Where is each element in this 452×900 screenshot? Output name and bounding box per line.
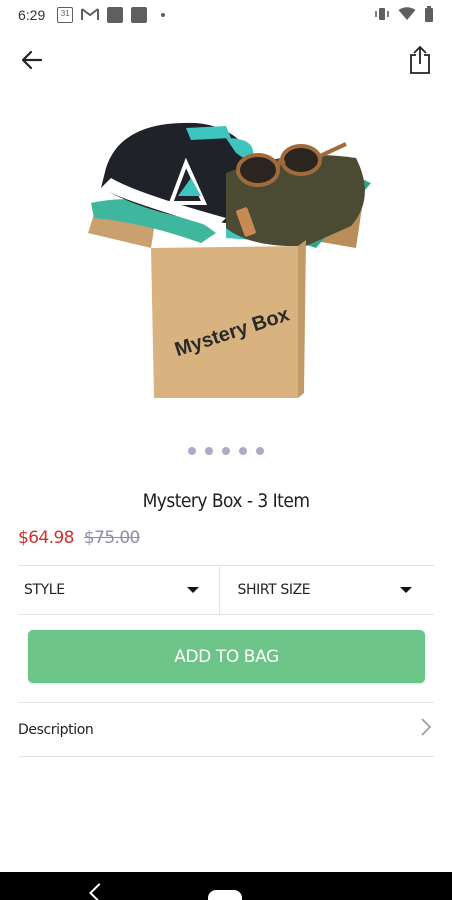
- caret-down-icon: [186, 587, 199, 593]
- shirt-size-dropdown[interactable]: SHIRT SIZE: [218, 566, 435, 614]
- caret-down-icon: [400, 587, 412, 593]
- back-button[interactable]: [16, 46, 48, 78]
- shirt-size-dropdown-label: SHIRT SIZE: [237, 582, 311, 598]
- battery-icon: [424, 5, 434, 25]
- description-label: Description: [18, 721, 94, 738]
- status-left: 6:29 31: [18, 7, 166, 24]
- product-title: Mystery Box - 3 Item: [142, 490, 310, 512]
- calendar-icon: 31: [57, 7, 74, 23]
- nav-home-icon[interactable]: [208, 890, 242, 900]
- gmail-icon: [81, 7, 100, 24]
- carousel-dot[interactable]: [188, 447, 196, 455]
- notification-dot: [161, 13, 166, 17]
- style-dropdown-label: STYLE: [24, 582, 65, 598]
- price-row: $64.98 $75.00: [18, 528, 140, 548]
- app-icon: [107, 7, 124, 23]
- original-price: $75.00: [83, 528, 140, 548]
- options-row: STYLE SHIRT SIZE: [18, 565, 434, 615]
- share-icon: [408, 45, 432, 80]
- carousel-dot[interactable]: [222, 447, 230, 455]
- share-button[interactable]: [404, 44, 436, 80]
- chevron-right-icon: [420, 717, 432, 742]
- carousel-dot[interactable]: [239, 447, 247, 455]
- add-to-bag-button[interactable]: ADD TO BAG: [28, 630, 425, 683]
- status-time: 6:29: [18, 7, 46, 23]
- system-nav-bar: [0, 872, 452, 900]
- carousel-dot[interactable]: [256, 447, 264, 455]
- app-bar: [0, 40, 452, 84]
- wifi-icon: [398, 6, 416, 24]
- arrow-left-icon: [21, 49, 43, 76]
- nav-back-icon[interactable]: [89, 883, 109, 900]
- app-icon: [131, 7, 148, 23]
- image-carousel-indicator: [0, 447, 452, 455]
- status-right: [374, 5, 434, 25]
- status-bar: 6:29 31: [0, 0, 452, 30]
- description-row[interactable]: Description: [18, 702, 434, 757]
- sale-price: $64.98: [18, 528, 74, 548]
- style-dropdown[interactable]: STYLE: [18, 566, 219, 614]
- vibrate-icon: [374, 7, 390, 24]
- product-image[interactable]: Mystery Box: [76, 108, 376, 408]
- carousel-dot[interactable]: [205, 447, 213, 455]
